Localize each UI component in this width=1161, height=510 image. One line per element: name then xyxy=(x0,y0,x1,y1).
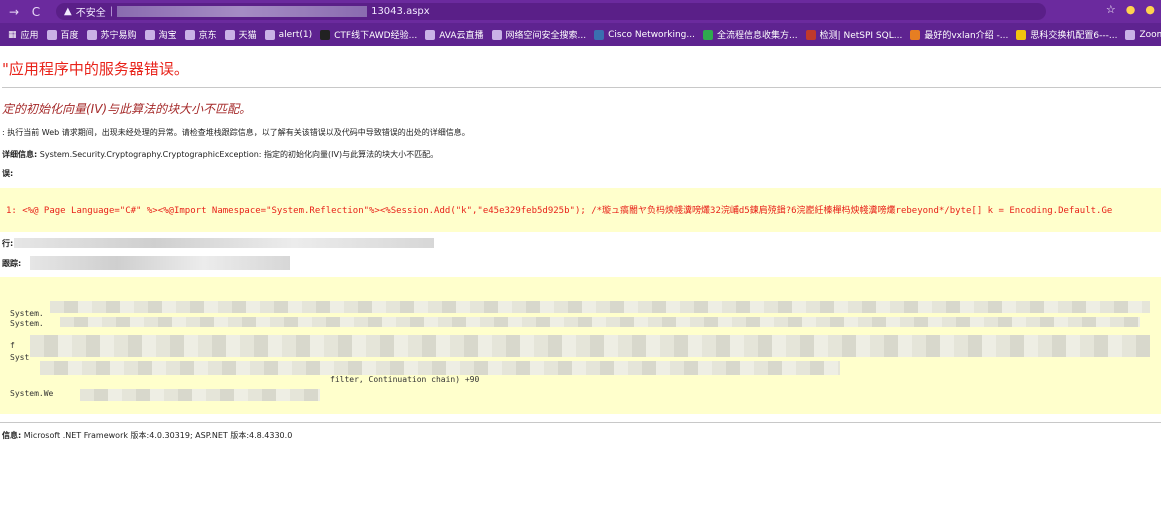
bookmarks-bar: ▦ 应用 百度 苏宁易购 淘宝 京东 天猫 alert(1) CTF线下AWD经… xyxy=(0,23,1161,46)
stack-line: System. xyxy=(10,309,44,318)
bookmark-item[interactable]: 百度 xyxy=(46,28,79,41)
bars-icon xyxy=(702,29,713,40)
divider xyxy=(2,87,1161,88)
source-error-label: 误: xyxy=(2,169,14,178)
toolbar-right-icons: ☆ ● ● xyxy=(1106,3,1155,16)
error-subtitle: 定的初始化向量(IV)与此算法的块大小不匹配。 xyxy=(2,102,252,116)
bookmark-item[interactable]: 最好的vxlan介绍 -... xyxy=(910,28,1008,41)
address-bar[interactable]: ▲ 不安全 | 13043.aspx xyxy=(56,3,1046,20)
browser-toolbar: → C ▲ 不安全 | 13043.aspx ☆ ● ● xyxy=(0,0,1161,23)
redacted-source-file xyxy=(14,238,434,248)
stack-line: f xyxy=(10,341,15,350)
bookmark-item[interactable]: 检测| NetSPI SQL... xyxy=(805,28,902,41)
version-info: 信息: Microsoft .NET Framework 版本:4.0.3031… xyxy=(2,431,293,440)
page-icon xyxy=(320,29,331,40)
baidu-icon xyxy=(46,29,57,40)
blog-icon xyxy=(910,29,921,40)
bookmark-apps[interactable]: ▦ 应用 xyxy=(8,28,39,42)
bookmark-item[interactable]: 全流程信息收集方... xyxy=(702,28,798,41)
bookmark-item[interactable]: alert(1) xyxy=(264,29,312,40)
url-suffix: 13043.aspx xyxy=(371,6,430,17)
divider xyxy=(0,422,1161,423)
page-title: "应用程序中的服务器错误。 xyxy=(2,60,189,78)
bookmark-item[interactable]: Cisco Networking... xyxy=(594,29,695,40)
forward-arrow-icon[interactable]: → xyxy=(6,5,22,19)
bookmark-star-icon[interactable]: ☆ xyxy=(1106,3,1116,16)
cisco-icon xyxy=(594,29,605,40)
bookmark-item[interactable]: 天猫 xyxy=(224,28,257,41)
error-page: "应用程序中的服务器错误。 定的初始化向量(IV)与此算法的块大小不匹配。 : … xyxy=(0,46,1161,510)
stack-line: System. xyxy=(10,319,44,328)
source-code-box: 1: <%@ Page Language="C#" %><%@Import Na… xyxy=(0,188,1161,232)
globe-icon xyxy=(425,29,436,40)
apps-grid-icon: ▦ xyxy=(8,29,17,40)
url-redacted xyxy=(117,6,368,17)
reload-icon[interactable]: C xyxy=(28,5,44,19)
stack-line: System.We xyxy=(10,389,54,398)
globe-icon xyxy=(224,29,235,40)
bookmark-item[interactable]: ZoomEye - C xyxy=(1125,29,1161,40)
bookmark-item[interactable]: 淘宝 xyxy=(144,28,177,41)
globe-icon xyxy=(1125,29,1136,40)
exception-details: 详细信息: System.Security.Cryptography.Crypt… xyxy=(2,150,439,159)
warning-icon: ▲ xyxy=(64,6,72,17)
source-file-label: 行: xyxy=(2,239,14,248)
redacted-stack-block xyxy=(40,361,840,375)
bookmark-item[interactable]: AVA云直播 xyxy=(425,28,484,41)
netspi-icon xyxy=(805,29,816,40)
globe-icon xyxy=(184,29,195,40)
bookmark-item[interactable]: 网络空间安全搜索... xyxy=(491,28,586,41)
error-description: : 执行当前 Web 请求期间，出现未经处理的异常。请检查堆栈跟踪信息，以了解有… xyxy=(2,128,470,137)
redacted-stack-block xyxy=(30,335,1150,357)
source-code-line: 1: <%@ Page Language="C#" %><%@Import Na… xyxy=(6,206,1113,216)
globe-icon xyxy=(264,29,275,40)
redacted-stack-heading xyxy=(30,256,290,270)
stack-line: filter, Continuation chain) +90 xyxy=(330,375,480,384)
insecure-label: 不安全 xyxy=(75,8,106,19)
globe-icon xyxy=(86,29,97,40)
globe-icon xyxy=(144,29,155,40)
stack-line: Syst xyxy=(10,353,30,362)
stack-trace-box: System. System. f Syst filter, Continuat… xyxy=(0,277,1161,414)
blog-icon xyxy=(1016,29,1027,40)
redacted-stack-block xyxy=(60,317,1140,327)
bookmark-item[interactable]: 思科交换机配置6---... xyxy=(1016,28,1117,41)
redacted-stack-block xyxy=(50,301,1150,313)
bookmark-item[interactable]: 京东 xyxy=(184,28,217,41)
extension-icon[interactable]: ● xyxy=(1126,3,1136,16)
profile-icon[interactable]: ● xyxy=(1145,3,1155,16)
bookmark-item[interactable]: 苏宁易购 xyxy=(86,28,137,41)
stack-trace-label: 跟踪: xyxy=(2,259,22,268)
page-icon xyxy=(491,29,502,40)
bookmark-item[interactable]: CTF线下AWD经验... xyxy=(320,28,417,41)
redacted-stack-block xyxy=(80,389,320,401)
